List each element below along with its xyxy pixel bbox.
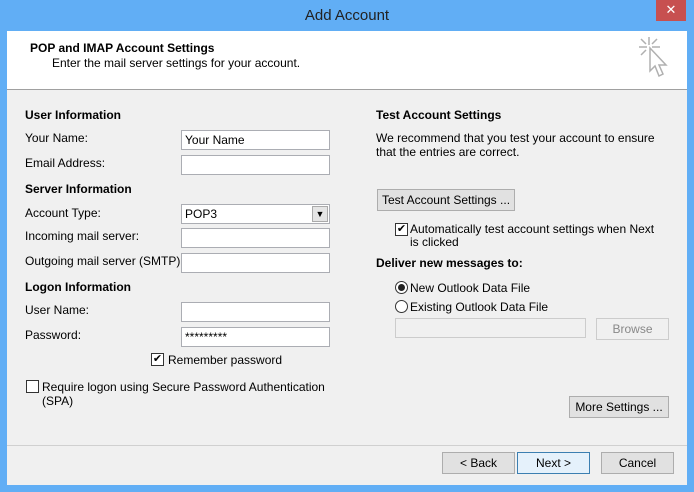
new-data-file-label: New Outlook Data File [410,281,531,295]
auto-test-checkbox[interactable]: ✔ [395,223,408,236]
test-settings-heading: Test Account Settings [376,108,502,122]
account-type-value: POP3 [185,207,218,221]
dialog-header: POP and IMAP Account Settings Enter the … [7,31,687,90]
existing-data-file-radio[interactable] [395,300,408,313]
header-title: POP and IMAP Account Settings [30,41,215,55]
email-label: Email Address: [25,156,106,170]
password-input[interactable]: ********* [181,327,330,347]
username-input[interactable] [181,302,330,322]
back-button[interactable]: < Back [442,452,515,474]
incoming-label: Incoming mail server: [25,229,140,243]
next-button[interactable]: Next > [517,452,590,474]
test-description: We recommend that you test your account … [376,131,655,159]
close-button[interactable]: ✕ [656,0,686,21]
new-data-file-radio[interactable] [395,281,408,294]
account-type-label: Account Type: [25,206,101,220]
window-title: Add Account [304,7,390,24]
your-name-input[interactable]: Your Name [181,130,330,150]
your-name-label: Your Name: [25,131,88,145]
outgoing-label: Outgoing mail server (SMTP): [25,254,184,268]
remember-password-checkbox[interactable]: ✔ [151,353,164,366]
browse-button[interactable]: Browse [596,318,669,340]
deliver-heading: Deliver new messages to: [376,256,523,270]
logon-info-heading: Logon Information [25,280,131,294]
footer-divider [7,445,687,446]
remember-password-label: Remember password [168,353,283,367]
account-type-select[interactable]: POP3 ▼ [181,204,330,224]
more-settings-button[interactable]: More Settings ... [569,396,669,418]
auto-test-label: Automatically test account settings when… [410,222,655,249]
outgoing-server-input[interactable] [181,253,330,273]
user-info-heading: User Information [25,108,122,122]
cursor-sparkle-icon [639,37,668,78]
email-input[interactable] [181,155,330,175]
test-account-settings-button[interactable]: Test Account Settings ... [377,189,515,211]
password-label: Password: [25,328,82,342]
cancel-button[interactable]: Cancel [601,452,674,474]
spa-checkbox[interactable] [26,380,39,393]
header-subtitle: Enter the mail server settings for your … [52,56,301,70]
existing-file-path-input[interactable] [395,318,586,338]
chevron-down-icon[interactable]: ▼ [312,206,328,222]
username-label: User Name: [25,303,90,317]
incoming-server-input[interactable] [181,228,330,248]
existing-data-file-label: Existing Outlook Data File [410,300,549,314]
server-info-heading: Server Information [25,182,132,196]
spa-label: Require logon using Secure Password Auth… [42,380,325,408]
